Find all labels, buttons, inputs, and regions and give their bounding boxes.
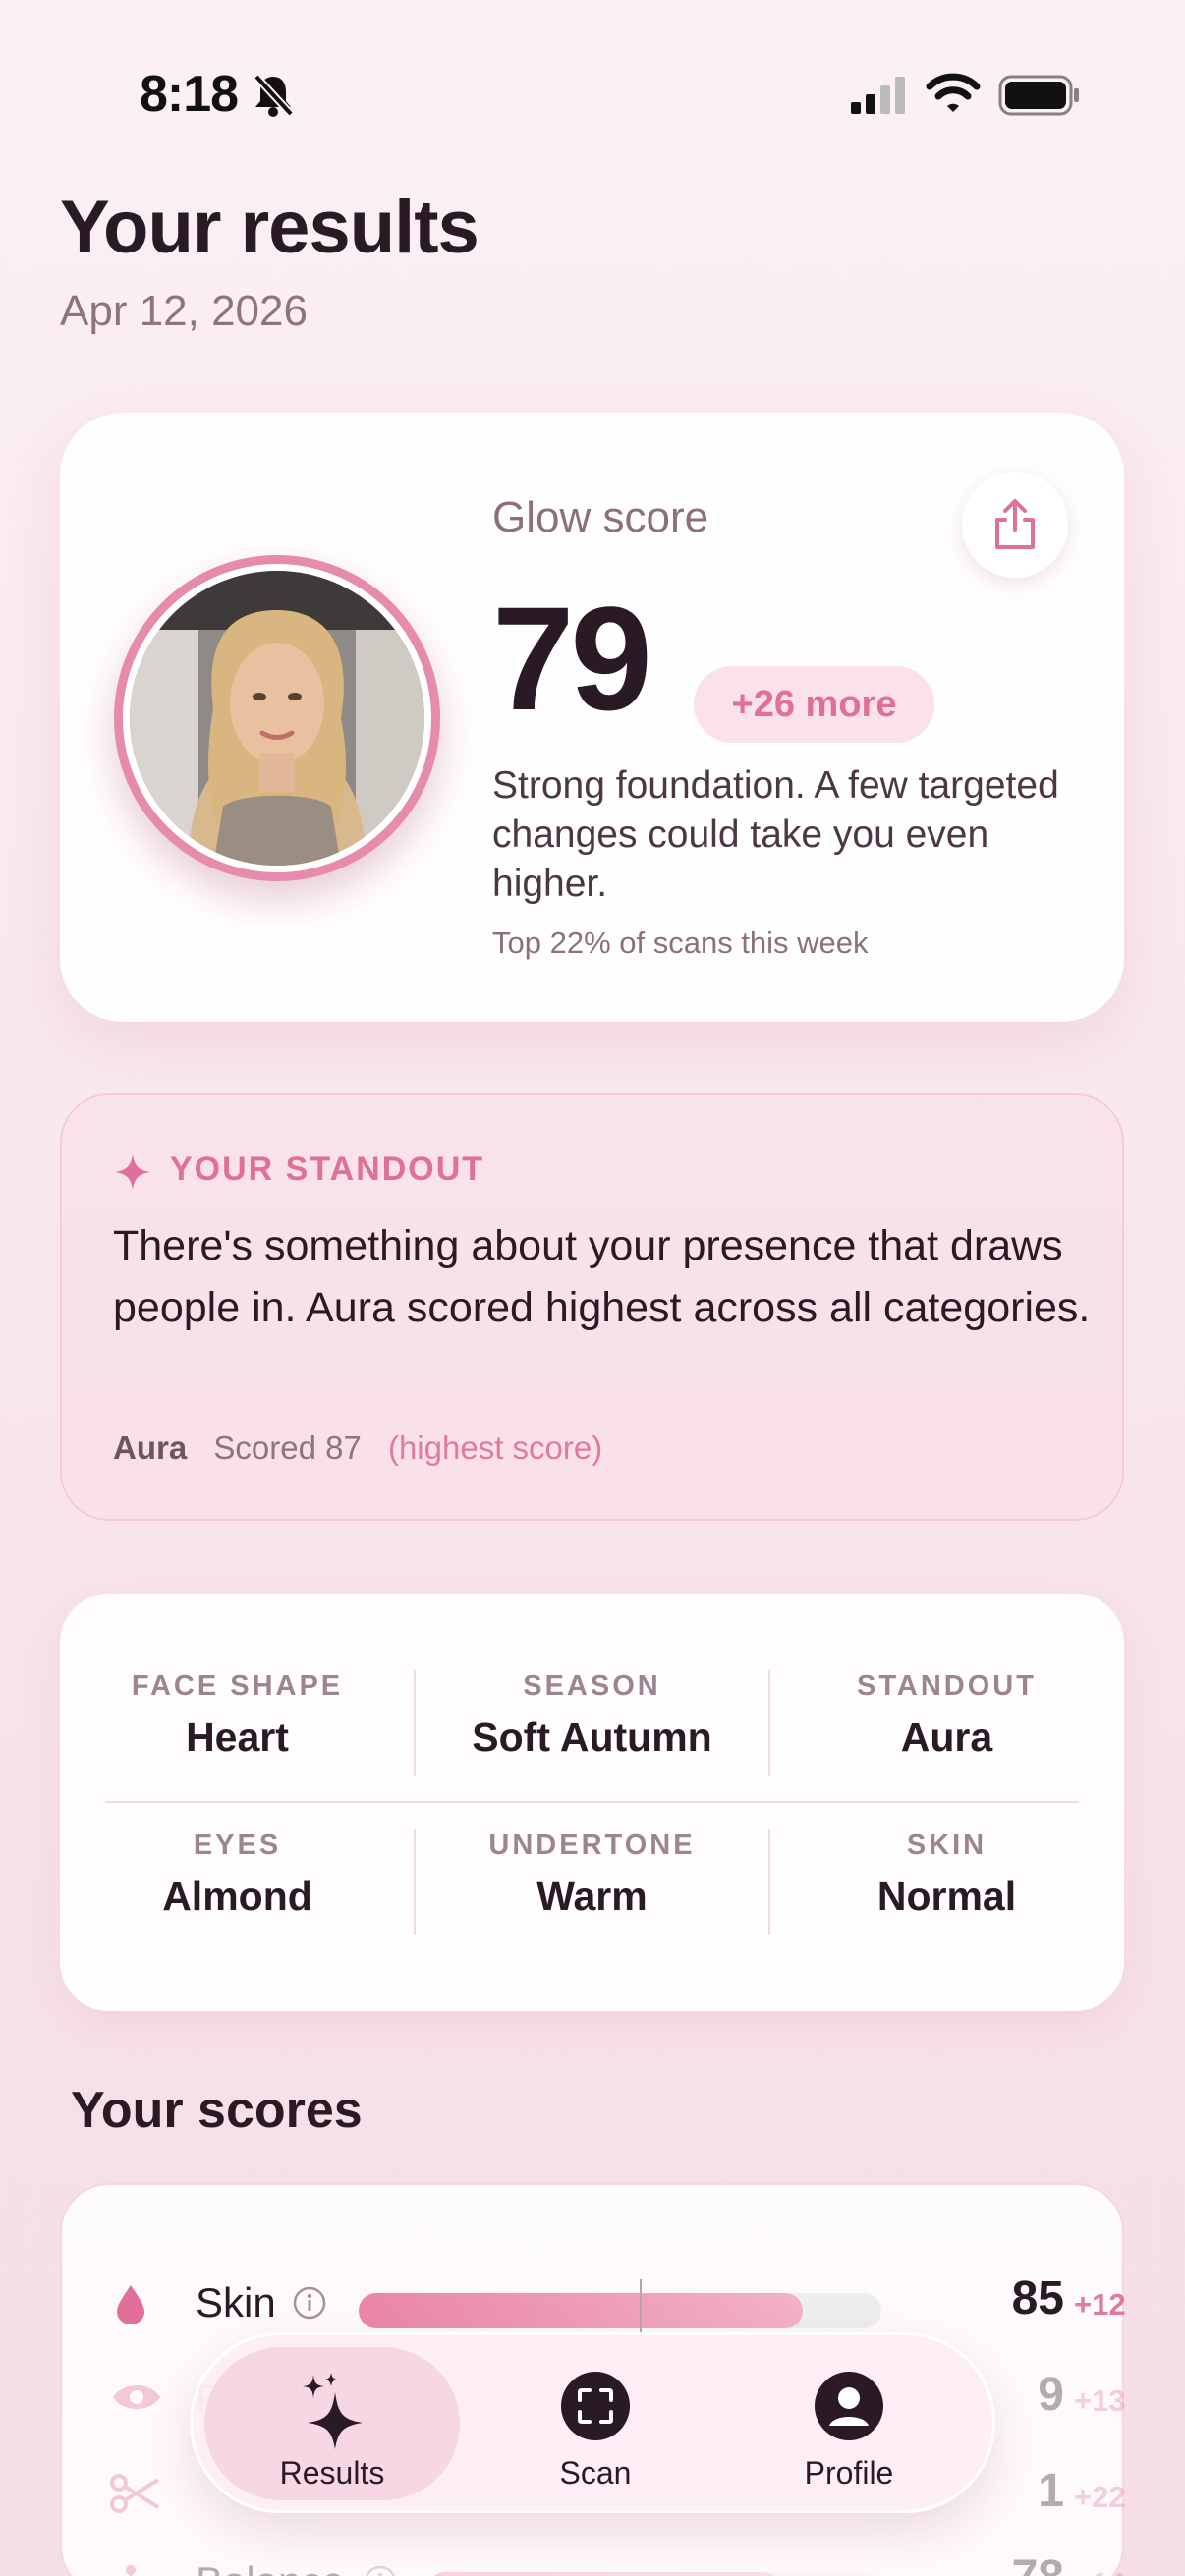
score-name: Balance bbox=[196, 2558, 345, 2576]
trait-label: STANDOUT bbox=[857, 1670, 1037, 1702]
standout-score: Scored 87 bbox=[213, 1429, 362, 1466]
standout-note: (highest score) bbox=[387, 1429, 603, 1466]
benchmark-marker bbox=[640, 2279, 642, 2338]
score-value: 78 bbox=[941, 2550, 1064, 2576]
score-bar-fill bbox=[427, 2572, 782, 2576]
tab-label: Profile bbox=[804, 2455, 894, 2491]
score-delta: +14 bbox=[1074, 2566, 1126, 2576]
info-icon[interactable] bbox=[292, 2285, 327, 2321]
wifi-icon bbox=[926, 73, 981, 112]
potential-badge: +26 more bbox=[694, 666, 934, 743]
tab-results[interactable]: Results bbox=[204, 2347, 460, 2500]
page-title: Your results bbox=[60, 186, 480, 269]
balance-icon bbox=[126, 2565, 136, 2576]
share-icon bbox=[995, 499, 1035, 549]
glow-score-value: 79 bbox=[492, 576, 652, 741]
sparkle-icon bbox=[303, 2373, 363, 2449]
trait-undertone: UNDERTONE Warm bbox=[415, 1829, 769, 1920]
score-value: 85 bbox=[1011, 2272, 1064, 2324]
divider bbox=[414, 1670, 416, 1776]
tab-bar: Results Scan Profile bbox=[190, 2332, 995, 2513]
trait-label: SKIN bbox=[906, 1829, 988, 1861]
score-delta: +13 bbox=[1074, 2383, 1126, 2418]
trait-season: SEASON Soft Autumn bbox=[415, 1670, 769, 1761]
trait-value: Normal bbox=[876, 1874, 1017, 1919]
score-row-balance[interactable]: Balance 78 +14 bbox=[62, 2543, 1126, 2576]
status-bar: 8:18 bbox=[0, 0, 1185, 187]
signal-icon bbox=[851, 77, 905, 114]
profile-icon bbox=[815, 2372, 883, 2440]
trait-label: EYES bbox=[193, 1829, 282, 1861]
tab-profile[interactable]: Profile bbox=[721, 2347, 977, 2500]
trait-value: Soft Autumn bbox=[472, 1714, 712, 1760]
glow-score-card: Glow score 79 +26 more Strong foundation… bbox=[60, 413, 1124, 1022]
results-date: Apr 12, 2026 bbox=[60, 287, 308, 335]
trait-value: Heart bbox=[186, 1714, 289, 1760]
score-bar-track bbox=[359, 2279, 881, 2338]
trait-eyes: EYES Almond bbox=[60, 1829, 415, 1920]
standout-name: Aura bbox=[113, 1429, 188, 1466]
score-name: Skin bbox=[196, 2279, 276, 2325]
profile-photo bbox=[130, 571, 424, 866]
divider bbox=[105, 1801, 1079, 1803]
trait-label: SEASON bbox=[523, 1670, 661, 1702]
share-button[interactable] bbox=[962, 472, 1068, 578]
scan-icon bbox=[561, 2372, 630, 2440]
glow-rank: Top 22% of scans this week bbox=[492, 925, 869, 960]
traits-card: FACE SHAPE Heart SEASON Soft Autumn STAN… bbox=[60, 1594, 1124, 2011]
standout-meta: Aura Scored 87 (highest score) bbox=[113, 1429, 602, 1467]
trait-value: Warm bbox=[536, 1874, 648, 1919]
bell-muted-icon bbox=[254, 74, 294, 117]
trait-skin: SKIN Normal bbox=[769, 1829, 1124, 1920]
battery-icon bbox=[998, 75, 1079, 116]
sparkle-icon bbox=[115, 1154, 150, 1190]
score-row-skin[interactable]: Skin 85 +12 bbox=[62, 2264, 1126, 2342]
standout-text: There's something about your presence th… bbox=[113, 1222, 1091, 1331]
drop-icon bbox=[117, 2285, 144, 2324]
divider bbox=[414, 1829, 416, 1935]
trait-face-shape: FACE SHAPE Heart bbox=[60, 1670, 415, 1761]
scissors-icon bbox=[110, 2474, 160, 2513]
trait-value: Almond bbox=[162, 1874, 312, 1919]
score-bar-fill bbox=[359, 2293, 804, 2328]
trait-standout: STANDOUT Aura bbox=[769, 1670, 1124, 1761]
score-delta: +12 bbox=[1074, 2287, 1126, 2322]
info-icon[interactable] bbox=[363, 2564, 398, 2576]
avatar bbox=[114, 555, 440, 881]
status-time: 8:18 bbox=[140, 66, 239, 123]
glow-description: Strong foundation. A few targeted change… bbox=[492, 764, 1059, 905]
tab-scan[interactable]: Scan bbox=[468, 2347, 723, 2500]
standout-kicker: YOUR STANDOUT bbox=[170, 1150, 485, 1188]
standout-card[interactable]: YOUR STANDOUT There's something about yo… bbox=[60, 1093, 1124, 1521]
trait-label: FACE SHAPE bbox=[131, 1670, 344, 1702]
score-delta: +22 bbox=[1074, 2480, 1126, 2514]
divider bbox=[768, 1829, 770, 1935]
glow-score-label: Glow score bbox=[492, 493, 709, 541]
trait-value: Aura bbox=[900, 1714, 993, 1760]
tab-label: Scan bbox=[559, 2455, 632, 2491]
trait-label: UNDERTONE bbox=[488, 1829, 696, 1861]
divider bbox=[768, 1670, 770, 1776]
scores-section-title: Your scores bbox=[71, 2082, 363, 2139]
eye-icon bbox=[113, 2385, 160, 2409]
score-bar-track bbox=[427, 2572, 881, 2576]
tab-label: Results bbox=[279, 2455, 385, 2491]
